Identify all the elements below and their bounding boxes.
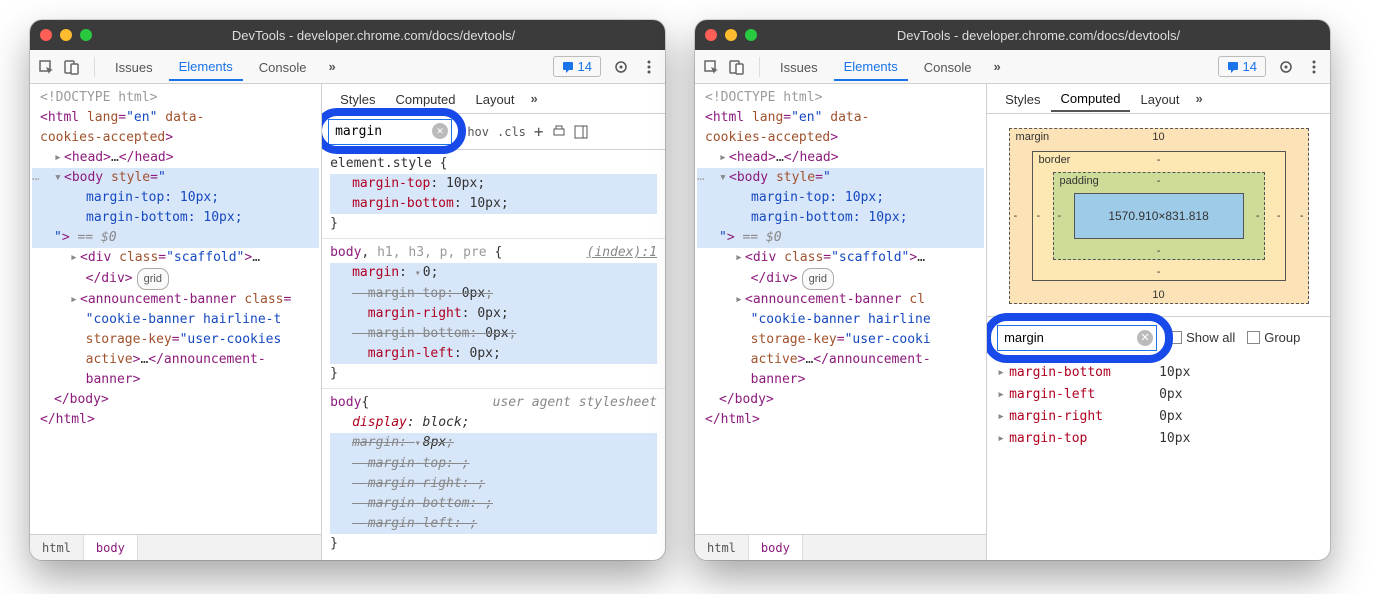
titlebar: DevTools - developer.chrome.com/docs/dev… — [30, 20, 665, 50]
devtools-window-styles: DevTools - developer.chrome.com/docs/dev… — [30, 20, 665, 560]
elements-tree[interactable]: <!DOCTYPE html> <html lang="en" data- co… — [30, 84, 322, 560]
computed-filter-input[interactable] — [997, 325, 1157, 351]
print-icon[interactable] — [552, 125, 566, 139]
inspect-icon[interactable] — [38, 59, 54, 75]
clear-filter-icon[interactable]: ✕ — [1137, 330, 1153, 346]
subtab-layout[interactable]: Layout — [1130, 86, 1189, 111]
kebab-icon[interactable] — [1306, 59, 1322, 75]
styles-panel: Styles Computed Layout » ✕ :hov .cls + — [322, 84, 665, 560]
tab-elements[interactable]: Elements — [169, 52, 243, 81]
main-toolbar: Issues Elements Console » 14 — [695, 50, 1330, 84]
window-title: DevTools - developer.chrome.com/docs/dev… — [757, 28, 1320, 43]
subtab-computed[interactable]: Computed — [386, 86, 466, 111]
minimize-icon[interactable] — [725, 29, 737, 41]
tab-console[interactable]: Console — [914, 53, 982, 80]
subtab-computed[interactable]: Computed — [1051, 85, 1131, 112]
style-rules: element.style { margin-top: 10px; margin… — [322, 150, 665, 560]
close-icon[interactable] — [705, 29, 717, 41]
group-checkbox[interactable]: Group — [1247, 330, 1300, 345]
more-tabs-icon[interactable]: » — [322, 59, 341, 74]
crumb-html[interactable]: html — [695, 535, 749, 560]
breadcrumb[interactable]: html body — [695, 534, 986, 560]
list-item[interactable]: ▸margin-top10px — [997, 428, 1320, 450]
maximize-icon[interactable] — [745, 29, 757, 41]
elements-tree[interactable]: <!DOCTYPE html> <html lang="en" data- co… — [695, 84, 987, 560]
crumb-html[interactable]: html — [30, 535, 84, 560]
devtools-window-computed: DevTools - developer.chrome.com/docs/dev… — [695, 20, 1330, 560]
tab-issues[interactable]: Issues — [105, 53, 163, 80]
box-model-content: 1570.910×831.818 — [1074, 193, 1244, 239]
subtab-styles[interactable]: Styles — [330, 86, 385, 111]
box-model[interactable]: margin 10 10 - - border - - - - — [987, 114, 1330, 316]
device-toggle-icon[interactable] — [64, 59, 80, 75]
clear-filter-icon[interactable]: ✕ — [432, 123, 448, 139]
kebab-icon[interactable] — [641, 59, 657, 75]
subtab-layout[interactable]: Layout — [465, 86, 524, 111]
computed-panel: Styles Computed Layout » margin 10 10 - … — [987, 84, 1330, 560]
maximize-icon[interactable] — [80, 29, 92, 41]
more-subtabs-icon[interactable]: » — [525, 91, 544, 106]
styles-filter: ✕ — [328, 119, 452, 145]
computed-props: ▸margin-bottom10px ▸margin-left0px ▸marg… — [987, 358, 1330, 454]
message-icon — [562, 61, 574, 73]
window-title: DevTools - developer.chrome.com/docs/dev… — [92, 28, 655, 43]
settings-icon[interactable] — [607, 59, 635, 75]
close-icon[interactable] — [40, 29, 52, 41]
list-item[interactable]: ▸margin-bottom10px — [997, 362, 1320, 384]
list-item[interactable]: ▸margin-left0px — [997, 384, 1320, 406]
issues-counter[interactable]: 14 — [553, 56, 601, 77]
message-icon — [1227, 61, 1239, 73]
new-rule-icon[interactable]: + — [534, 122, 544, 141]
crumb-body[interactable]: body — [84, 535, 138, 560]
toggle-panel-icon[interactable] — [574, 125, 588, 139]
more-tabs-icon[interactable]: » — [987, 59, 1006, 74]
inspect-icon[interactable] — [703, 59, 719, 75]
breadcrumb[interactable]: html body — [30, 534, 321, 560]
subtab-styles[interactable]: Styles — [995, 86, 1050, 111]
grid-badge[interactable]: grid — [802, 268, 834, 290]
settings-icon[interactable] — [1272, 59, 1300, 75]
grid-badge[interactable]: grid — [137, 268, 169, 290]
list-item[interactable]: ▸margin-right0px — [997, 406, 1320, 428]
tab-console[interactable]: Console — [249, 53, 317, 80]
show-all-checkbox[interactable]: Show all — [1169, 330, 1235, 345]
hov-toggle[interactable]: :hov — [460, 125, 489, 139]
issues-counter[interactable]: 14 — [1218, 56, 1266, 77]
more-subtabs-icon[interactable]: » — [1190, 91, 1209, 106]
main-toolbar: Issues Elements Console » 14 — [30, 50, 665, 84]
minimize-icon[interactable] — [60, 29, 72, 41]
traffic-lights[interactable] — [705, 29, 757, 41]
device-toggle-icon[interactable] — [729, 59, 745, 75]
tab-issues[interactable]: Issues — [770, 53, 828, 80]
titlebar: DevTools - developer.chrome.com/docs/dev… — [695, 20, 1330, 50]
tab-elements[interactable]: Elements — [834, 52, 908, 81]
cls-toggle[interactable]: .cls — [497, 125, 526, 139]
traffic-lights[interactable] — [40, 29, 92, 41]
crumb-body[interactable]: body — [749, 535, 803, 560]
